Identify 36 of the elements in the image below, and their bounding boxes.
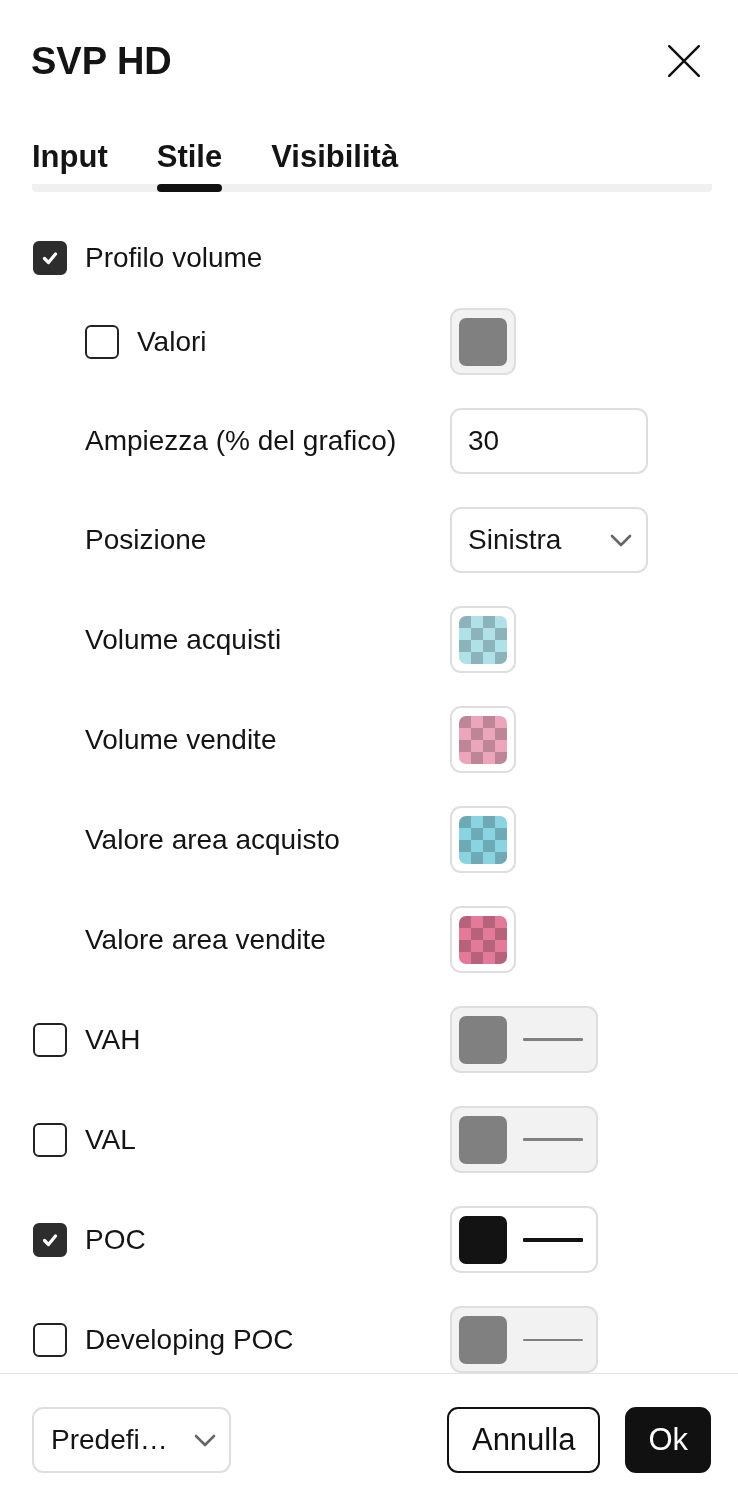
checkbox[interactable]: [33, 1022, 67, 1057]
dropdown[interactable]: Sinistra: [450, 507, 648, 573]
setting-label: VAH: [85, 1022, 141, 1057]
setting-label: Ampiezza (% del grafico): [85, 424, 397, 458]
dialog-title: SVP HD: [31, 39, 172, 83]
cancel-button[interactable]: Annulla: [446, 1407, 601, 1473]
setting-label: POC: [85, 1222, 146, 1257]
preset-dropdown[interactable]: Predefi…: [32, 1407, 231, 1473]
checkbox[interactable]: [33, 1122, 67, 1157]
setting-label: Profilo volume: [85, 241, 263, 275]
color-picker-button[interactable]: [450, 706, 516, 773]
setting-label: Posizione: [85, 523, 207, 557]
setting-label: Valori: [137, 324, 207, 359]
checkbox[interactable]: [85, 324, 119, 359]
chevron-down-icon: [194, 1433, 216, 1447]
checkbox[interactable]: [33, 241, 67, 275]
setting-label: Valore area vendite: [85, 922, 326, 957]
chevron-down-icon: [610, 533, 632, 547]
tab[interactable]: Visibilità: [271, 139, 399, 192]
setting-label: VAL: [85, 1122, 136, 1157]
color-picker-button[interactable]: [450, 606, 516, 673]
color-picker-button[interactable]: [450, 308, 516, 375]
color-picker-button[interactable]: [450, 906, 516, 973]
close-icon[interactable]: [668, 45, 700, 77]
checkbox[interactable]: [33, 1322, 67, 1357]
color-picker-button[interactable]: [450, 806, 516, 873]
input-field[interactable]: 30: [450, 408, 648, 474]
setting-label: Volume vendite: [85, 722, 277, 757]
tab[interactable]: Stile: [156, 139, 223, 192]
setting-label: Developing POC: [85, 1322, 294, 1357]
tab[interactable]: Input: [32, 139, 108, 192]
line-style-button[interactable]: [450, 1206, 598, 1273]
setting-label: Volume acquisti: [85, 622, 282, 657]
checkbox[interactable]: [33, 1222, 67, 1257]
ok-button[interactable]: Ok: [625, 1407, 711, 1473]
setting-label: Valore area acquisto: [85, 822, 340, 857]
